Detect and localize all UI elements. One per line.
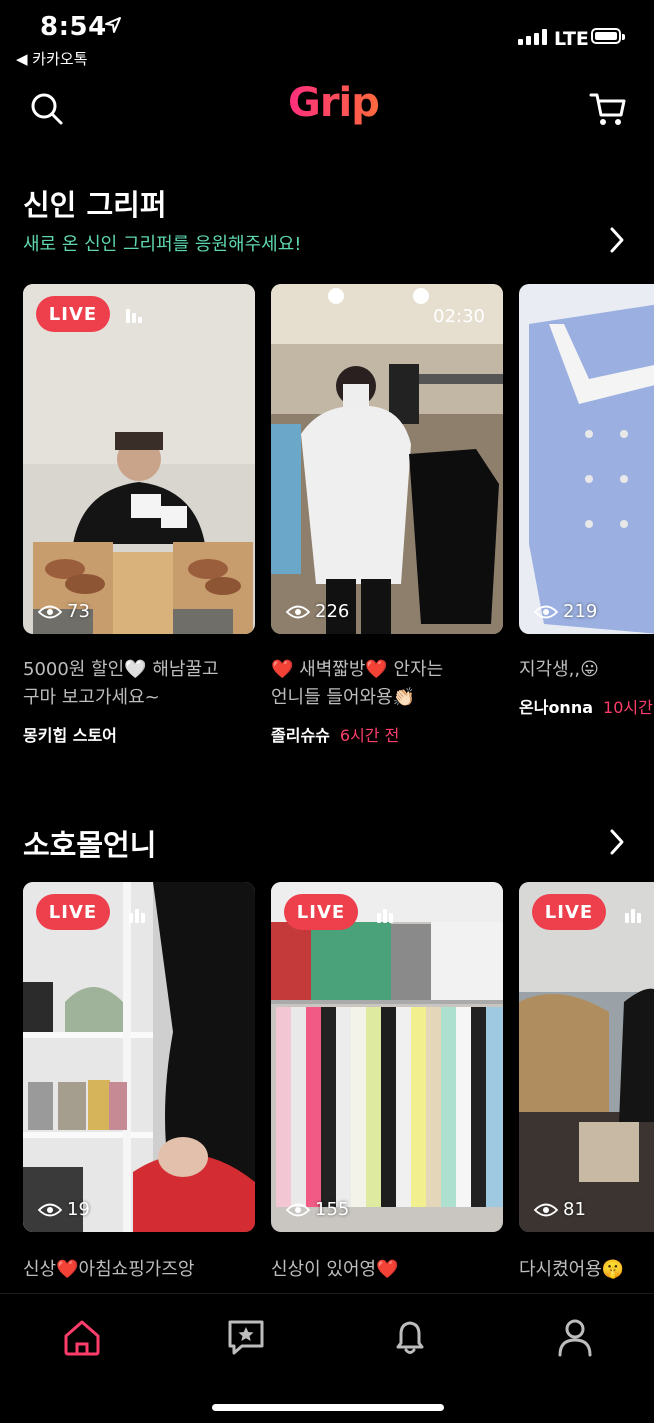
card-description[interactable]: ❤️ 새벽짧방❤️ 안자는	[271, 656, 443, 684]
person-icon	[558, 1319, 592, 1357]
card-description[interactable]: 지각생,,😛	[519, 656, 599, 684]
live-badge: LIVE	[36, 894, 110, 930]
video-duration: 02:30	[433, 306, 485, 327]
view-count-value: 155	[315, 1199, 350, 1220]
time-ago: 6시간 전	[339, 726, 400, 745]
section-title: 신인 그리퍼	[23, 188, 167, 222]
tab-profile[interactable]	[550, 1312, 600, 1362]
video-thumbnail	[271, 284, 503, 634]
section-more-button[interactable]	[602, 222, 632, 258]
view-count-value: 73	[67, 601, 90, 622]
eye-icon	[534, 605, 558, 618]
live-card[interactable]: LIVE 81	[519, 882, 654, 1232]
view-count: 226	[286, 601, 349, 622]
tab-favorites[interactable]	[221, 1312, 271, 1362]
live-badge: LIVE	[284, 894, 358, 930]
live-card[interactable]: LIVE 155	[271, 882, 503, 1232]
view-count: 73	[38, 601, 90, 622]
battery-icon	[591, 28, 625, 44]
video-thumbnail	[519, 882, 654, 1232]
cart-icon	[589, 93, 626, 125]
card-description[interactable]: 5000원 할인🤍 해남꿀고	[23, 656, 219, 684]
card-description[interactable]: 구마 보고가세요~	[23, 684, 160, 712]
time-ago: 10시간	[603, 698, 653, 717]
card-description[interactable]: 신상❤️아침쇼핑가즈앙	[23, 1256, 194, 1284]
store-name: 온나onna	[519, 698, 594, 717]
section-title: 소호몰언니	[23, 828, 157, 862]
home-indicator	[212, 1404, 444, 1411]
eye-icon	[38, 605, 62, 618]
live-bars-icon	[129, 909, 145, 923]
live-badge: LIVE	[36, 296, 110, 332]
chevron-right-icon	[610, 227, 624, 253]
video-thumbnail	[23, 882, 255, 1232]
video-thumbnail	[271, 882, 503, 1232]
video-thumbnail	[23, 284, 255, 634]
live-card[interactable]: LIVE 19	[23, 882, 255, 1232]
live-card[interactable]: LIVE 73	[23, 284, 255, 634]
tab-home[interactable]	[57, 1312, 107, 1362]
location-arrow-icon	[105, 17, 121, 33]
store-name: 졸리슈슈	[271, 726, 330, 745]
card-description[interactable]: 언니들 들어와용👏🏻	[271, 684, 415, 712]
live-bars-icon	[377, 909, 393, 923]
home-icon	[64, 1320, 100, 1356]
bell-icon	[396, 1321, 424, 1354]
store-name[interactable]: 몽키힙 스토어	[23, 722, 117, 746]
card-description[interactable]: 신상이 있어영❤️	[271, 1256, 399, 1284]
live-badge: LIVE	[532, 894, 606, 930]
search-button[interactable]	[27, 89, 67, 129]
view-count: 81	[534, 1199, 586, 1220]
grip-logo[interactable]: Grip	[288, 80, 380, 126]
signal-icon	[518, 29, 547, 45]
card-description[interactable]: 다시켰어용🤫	[519, 1256, 624, 1284]
search-icon	[31, 93, 63, 125]
cart-button[interactable]	[588, 89, 628, 129]
view-count-value: 19	[67, 1199, 90, 1220]
store-meta[interactable]: 온나onna 10시간	[519, 694, 654, 718]
eye-icon	[286, 605, 310, 618]
live-bars-icon	[126, 309, 142, 323]
live-bars-icon	[625, 909, 641, 923]
eye-icon	[286, 1203, 310, 1216]
view-count: 155	[286, 1199, 349, 1220]
tab-notifications[interactable]	[385, 1312, 435, 1362]
video-card[interactable]: 02:30 226	[271, 284, 503, 634]
view-count: 219	[534, 601, 597, 622]
eye-icon	[534, 1203, 558, 1216]
status-time: 8:54	[40, 12, 107, 42]
view-count-value: 219	[563, 601, 598, 622]
section-more-button[interactable]	[602, 824, 632, 860]
video-thumbnail	[519, 284, 654, 634]
star-message-icon	[228, 1320, 264, 1355]
view-count-value: 226	[315, 601, 350, 622]
view-count: 19	[38, 1199, 90, 1220]
section-subtitle: 새로 온 신인 그리퍼를 응원해주세요!	[23, 234, 302, 255]
video-card[interactable]: 219	[519, 284, 654, 634]
store-meta[interactable]: 졸리슈슈 6시간 전	[271, 722, 399, 746]
back-to-app-link[interactable]: ◀ 카카오톡	[16, 48, 88, 69]
network-label: LTE	[554, 28, 589, 50]
view-count-value: 81	[563, 1199, 586, 1220]
chevron-right-icon	[610, 829, 624, 855]
eye-icon	[38, 1203, 62, 1216]
